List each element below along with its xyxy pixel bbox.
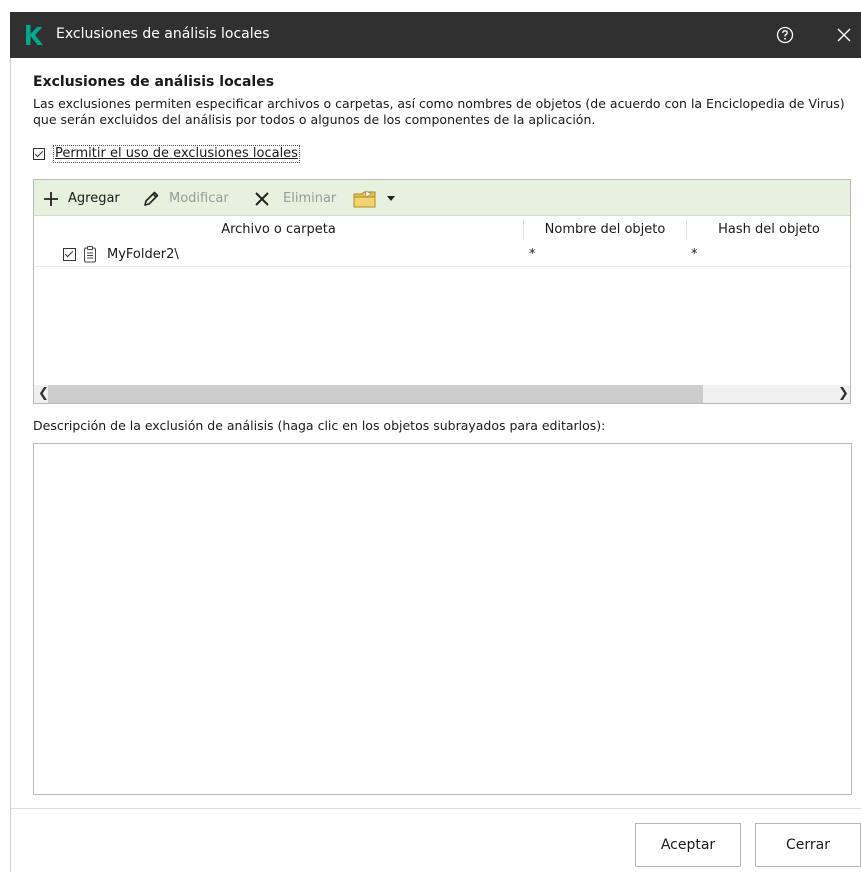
window-title: Exclusiones de análisis locales (56, 26, 270, 42)
add-label: Agregar (68, 191, 120, 206)
checkbox-checked-icon[interactable] (33, 148, 45, 160)
x-delete-icon (255, 192, 269, 206)
kaspersky-logo-icon (26, 25, 43, 45)
folder-icon (353, 190, 376, 208)
plus-icon (44, 192, 58, 206)
scrollbar-thumb[interactable] (48, 385, 703, 403)
close-icon[interactable] (834, 25, 854, 45)
row-checkbox-checked-icon[interactable] (63, 248, 76, 261)
modify-label: Modificar (169, 191, 229, 206)
pencil-icon (144, 191, 159, 206)
document-icon (84, 246, 96, 263)
section-heading: Exclusiones de análisis locales (33, 74, 275, 90)
table-row[interactable]: MyFolder2\ * * (34, 244, 850, 267)
allow-local-exclusions-label[interactable]: Permitir el uso de exclusiones locales (53, 145, 300, 163)
ok-button[interactable]: Aceptar (635, 823, 741, 867)
column-header-object-hash[interactable]: Hash del objeto (687, 222, 851, 237)
title-bar: Exclusiones de análisis locales (10, 12, 861, 58)
scroll-right-icon[interactable]: ❯ (838, 386, 849, 401)
delete-label: Eliminar (283, 191, 337, 206)
exclusion-description-label: Descripción de la exclusión de análisis … (33, 418, 606, 433)
section-description: Las exclusiones permiten especificar arc… (33, 96, 845, 127)
row-object-name: * (529, 247, 536, 262)
row-path: MyFolder2\ (107, 247, 179, 262)
horizontal-scrollbar[interactable]: ❮ ❯ (34, 385, 850, 403)
exclusion-description-box[interactable] (33, 443, 852, 795)
column-header-file-or-folder[interactable]: Archivo o carpeta (34, 222, 523, 237)
dropdown-arrow-icon (387, 196, 395, 201)
exclusions-table: Agregar Modificar Eliminar Archivo o car… (33, 179, 851, 404)
table-toolbar: Agregar Modificar Eliminar (34, 180, 850, 216)
footer-divider (11, 808, 861, 809)
row-object-hash: * (691, 247, 698, 262)
column-header-object-name[interactable]: Nombre del objeto (524, 222, 686, 237)
close-button[interactable]: Cerrar (755, 823, 861, 867)
table-header: Archivo o carpeta Nombre del objeto Hash… (34, 220, 850, 240)
help-circle-icon[interactable] (775, 25, 795, 45)
